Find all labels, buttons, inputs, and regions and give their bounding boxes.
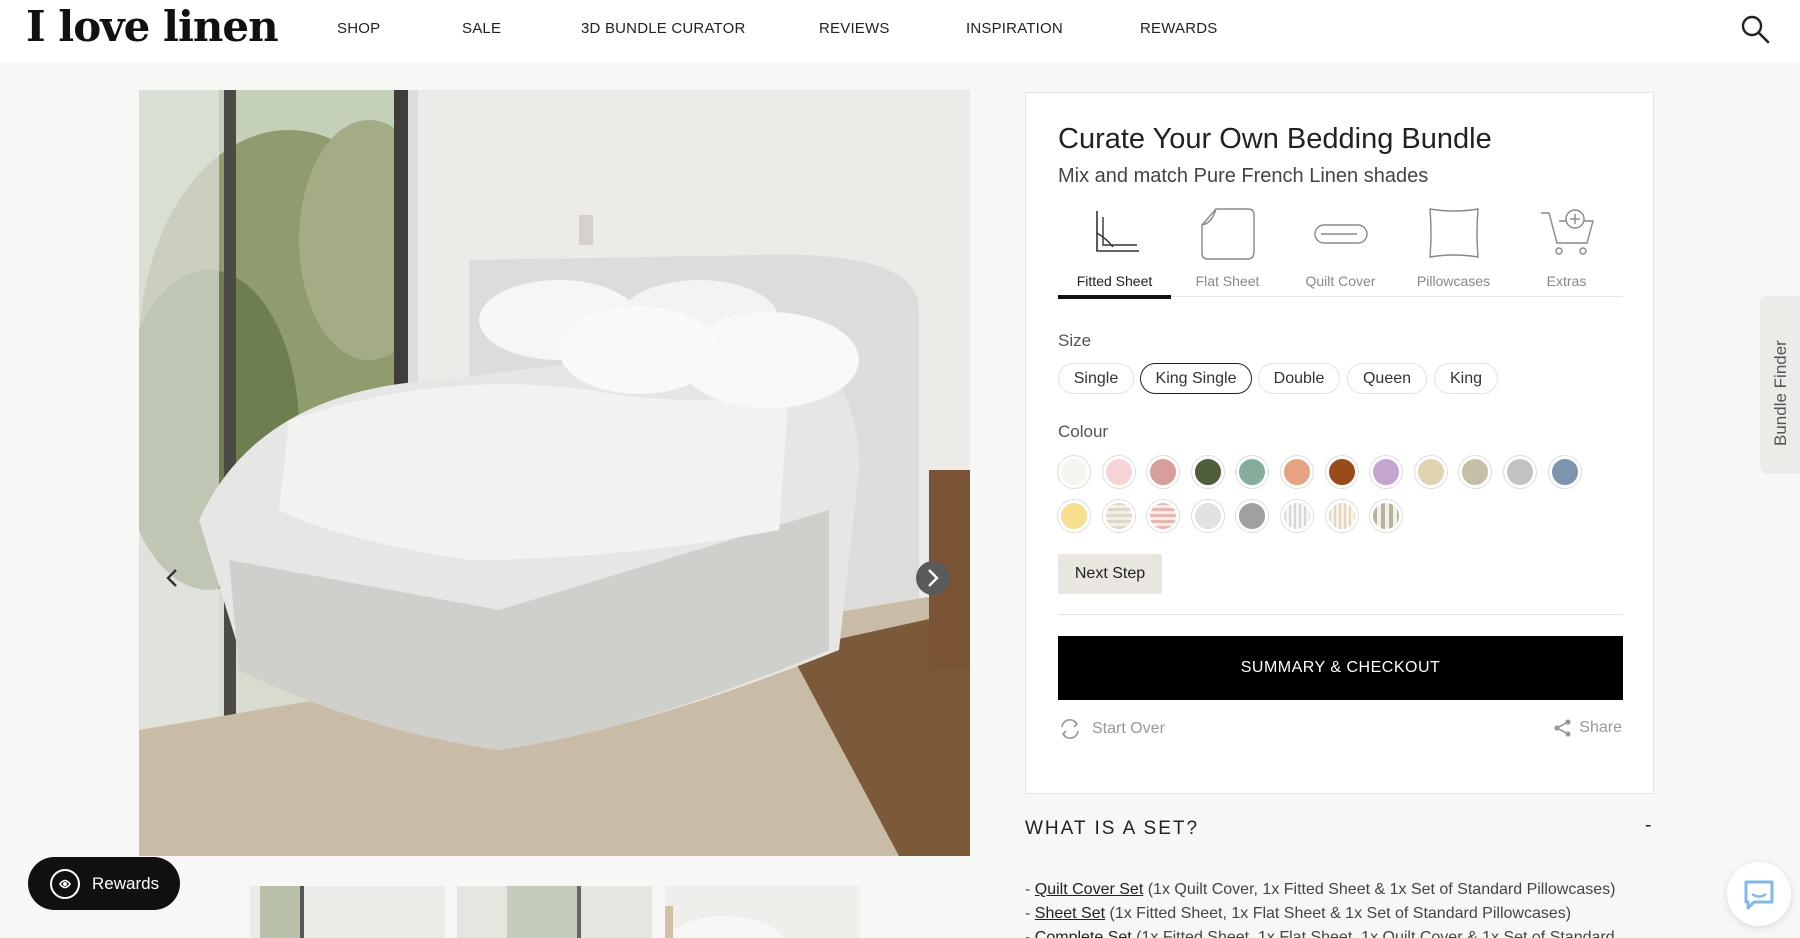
colour-swatch[interactable]	[1325, 456, 1358, 488]
share-icon	[1554, 719, 1571, 737]
thumbnail-2[interactable]	[457, 886, 652, 938]
colour-swatch[interactable]	[1058, 500, 1090, 532]
tab-fitted-sheet[interactable]: Fitted Sheet	[1058, 203, 1171, 299]
nav-rewards[interactable]: REWARDS	[1140, 20, 1218, 37]
rewards-icon	[50, 868, 80, 899]
flat-sheet-icon	[1200, 208, 1255, 260]
colour-swatch[interactable]	[1281, 456, 1313, 488]
tab-quilt-cover[interactable]: Quilt Cover	[1284, 203, 1397, 297]
site-header: I love linen SHOP SALE 3D BUNDLE CURATOR…	[0, 0, 1800, 62]
colour-swatch[interactable]	[1058, 456, 1090, 488]
colour-swatch[interactable]	[1370, 500, 1403, 532]
colour-swatch[interactable]	[1147, 500, 1180, 532]
colour-label: Colour	[1058, 422, 1109, 441]
nav-shop[interactable]: SHOP	[337, 20, 380, 37]
chevron-right-icon	[928, 569, 939, 587]
carousel-next-button[interactable]	[916, 561, 950, 595]
list-item: - Complete Set (1x Fitted Sheet, 1x Flat…	[1025, 926, 1615, 938]
colour-swatch[interactable]	[1236, 500, 1269, 532]
size-option-king[interactable]: King	[1434, 363, 1498, 394]
start-over-label: Start Over	[1092, 720, 1165, 737]
list-item-text: (1x Quilt Cover, 1x Fitted Sheet & 1x Se…	[1143, 881, 1616, 898]
colour-swatch[interactable]	[1191, 456, 1224, 488]
bedroom-photo	[139, 90, 970, 856]
thumbnail-3[interactable]	[665, 886, 860, 938]
size-option-king-single[interactable]: King Single	[1140, 363, 1252, 394]
site-logo[interactable]: I love linen	[26, 2, 279, 51]
tab-label: Fitted Sheet	[1076, 273, 1153, 289]
colour-swatch[interactable]	[1191, 500, 1224, 532]
bundle-finder-label: Bundle Finder	[1771, 340, 1790, 446]
product-type-tabs: Fitted Sheet Flat Sheet Quilt Cover Pill…	[1058, 203, 1623, 299]
list-bullet: -	[1025, 881, 1035, 898]
colour-swatch[interactable]	[1147, 456, 1180, 488]
nav-3d-bundle-curator[interactable]: 3D BUNDLE CURATOR	[581, 20, 746, 37]
size-option-single[interactable]: Single	[1058, 363, 1134, 394]
colour-swatch[interactable]	[1414, 456, 1447, 488]
colour-swatch[interactable]	[1325, 500, 1358, 532]
list-item-text: (1x Fitted Sheet, 1x Flat Sheet, 1x Quil…	[1131, 929, 1615, 938]
chevron-left-icon	[166, 569, 177, 587]
size-option-double[interactable]: Double	[1258, 363, 1340, 394]
chat-launcher-button[interactable]	[1727, 862, 1791, 926]
tab-flat-sheet[interactable]: Flat Sheet	[1171, 203, 1284, 297]
divider	[1058, 614, 1623, 615]
list-item-text: (1x Fitted Sheet, 1x Flat Sheet & 1x Set…	[1105, 905, 1572, 922]
tab-label: Flat Sheet	[1195, 273, 1260, 289]
start-over-button[interactable]: Start Over	[1058, 718, 1165, 740]
colour-swatch[interactable]	[1102, 500, 1135, 532]
sheet-set-link[interactable]: Sheet Set	[1035, 905, 1105, 922]
pillowcase-icon	[1428, 208, 1479, 258]
refresh-icon	[1061, 719, 1079, 739]
quilt-cover-set-link[interactable]: Quilt Cover Set	[1035, 881, 1143, 898]
bundle-finder-tab[interactable]: Bundle Finder	[1760, 296, 1800, 474]
next-step-button[interactable]: Next Step	[1058, 554, 1162, 594]
product-main-image	[139, 90, 970, 856]
search-icon[interactable]	[1740, 14, 1770, 44]
summary-checkout-button[interactable]: SUMMARY & CHECKOUT	[1058, 636, 1623, 700]
size-option-queen[interactable]: Queen	[1347, 363, 1427, 394]
tab-extras[interactable]: Extras	[1510, 203, 1623, 297]
colour-swatch[interactable]	[1459, 456, 1492, 488]
list-bullet: -	[1025, 929, 1035, 938]
colour-swatch[interactable]	[1504, 456, 1536, 488]
colour-swatch[interactable]	[1102, 456, 1135, 488]
list-item: - Quilt Cover Set (1x Quilt Cover, 1x Fi…	[1025, 878, 1615, 902]
set-info-heading[interactable]: WHAT IS A SET?	[1025, 818, 1654, 840]
list-item: - Sheet Set (1x Fitted Sheet, 1x Flat Sh…	[1025, 902, 1615, 926]
size-label: Size	[1058, 331, 1092, 350]
complete-set-link[interactable]: Complete Set	[1035, 929, 1132, 938]
panel-subtitle: Mix and match Pure French Linen shades	[1058, 165, 1429, 187]
set-info-list: - Quilt Cover Set (1x Quilt Cover, 1x Fi…	[1025, 878, 1615, 938]
carousel-prev-button[interactable]	[155, 561, 189, 595]
cart-plus-icon	[1540, 209, 1594, 255]
tab-label: Quilt Cover	[1305, 273, 1376, 289]
nav-inspiration[interactable]: INSPIRATION	[966, 20, 1063, 37]
colour-swatch[interactable]	[1236, 456, 1269, 488]
bundle-configurator-panel: Curate Your Own Bedding Bundle Mix and m…	[1025, 92, 1654, 794]
nav-reviews[interactable]: REVIEWS	[819, 20, 890, 37]
colour-swatch[interactable]	[1281, 500, 1313, 532]
rewards-launcher-button[interactable]: Rewards	[28, 857, 180, 910]
colour-swatch[interactable]	[1548, 456, 1581, 488]
colour-swatch[interactable]	[1370, 456, 1403, 488]
thumbnail-1[interactable]	[250, 886, 445, 938]
nav-sale[interactable]: SALE	[462, 20, 501, 37]
rewards-label: Rewards	[92, 873, 160, 893]
share-label: Share	[1579, 719, 1622, 736]
fitted-sheet-icon	[1095, 211, 1139, 252]
quilt-cover-icon	[1313, 224, 1368, 244]
chat-icon	[1744, 880, 1774, 910]
tab-pillowcases[interactable]: Pillowcases	[1397, 203, 1510, 297]
tab-label: Pillowcases	[1416, 273, 1491, 289]
tab-label: Extras	[1546, 273, 1587, 289]
list-bullet: -	[1025, 905, 1035, 922]
share-button[interactable]: Share	[1553, 718, 1622, 738]
panel-title: Curate Your Own Bedding Bundle	[1058, 123, 1492, 155]
set-info-toggle[interactable]: -	[1645, 815, 1651, 837]
